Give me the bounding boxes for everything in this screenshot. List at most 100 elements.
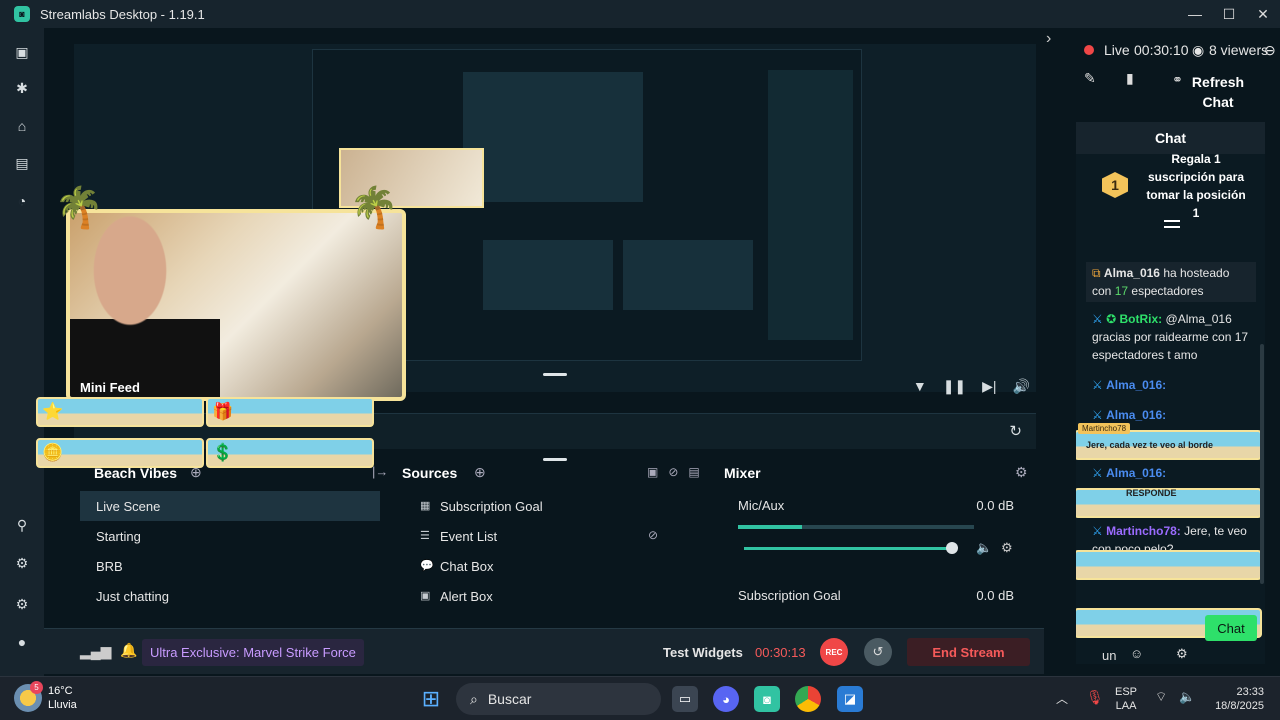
source-item-chat-box[interactable]: 💬 Chat Box: [410, 551, 710, 581]
sword-icon: ⚔: [1092, 378, 1103, 392]
chat-send-button[interactable]: Chat: [1205, 615, 1257, 641]
layout-icon[interactable]: ▤: [12, 153, 32, 173]
skip-icon[interactable]: ▶|: [982, 378, 996, 395]
alert-card: ⭐: [36, 397, 204, 427]
sword-icon: ⚔: [1092, 408, 1103, 422]
add-scene-icon[interactable]: ⊕: [190, 464, 202, 481]
volume-icon[interactable]: 🔊: [1013, 378, 1030, 395]
sword-icon: ⚔: [1092, 466, 1103, 480]
source-item-event-list[interactable]: ☰ Event List ⊘: [410, 521, 710, 551]
host-icon: ⧉: [1092, 266, 1101, 280]
resize-handle[interactable]: [543, 458, 567, 461]
collapse-panel-icon[interactable]: ›: [1046, 30, 1051, 48]
taskbar-search[interactable]: ⌕ Buscar: [456, 683, 661, 715]
scene-collection-title[interactable]: Beach Vibes: [94, 465, 177, 481]
source-item-alert-box[interactable]: ▣ Alert Box: [410, 581, 710, 611]
promo-banner[interactable]: Ultra Exclusive: Marvel Strike Force: [142, 639, 364, 666]
mic-volume-meter: [738, 525, 974, 529]
dashboard-icon[interactable]: ◔: [12, 191, 32, 211]
temperature: 16°C: [48, 685, 73, 697]
mic-volume-knob[interactable]: [946, 542, 958, 554]
title-bar: ◙ Streamlabs Desktop - 1.19.1 — ☐ ✕: [0, 0, 1280, 28]
refresh-feed-icon[interactable]: ↻: [1009, 422, 1022, 440]
themes-icon[interactable]: ✱: [12, 78, 32, 98]
tray-expand-icon[interactable]: ︿: [1056, 690, 1068, 707]
end-stream-button[interactable]: End Stream: [907, 638, 1030, 666]
source-item-subscription-goal[interactable]: ▦ Subscription Goal: [410, 491, 710, 521]
mic-volume-slider[interactable]: [744, 547, 952, 550]
chat-scrollbar[interactable]: [1260, 344, 1264, 584]
scene-transition-icon[interactable]: |→: [372, 464, 388, 479]
filter-icon[interactable]: ▼: [913, 378, 927, 395]
microphone-icon[interactable]: 🎙: [1086, 689, 1104, 706]
tools-icon[interactable]: ⚙: [12, 553, 32, 573]
resize-handle[interactable]: [543, 373, 567, 376]
refresh-chat-button[interactable]: Refresh Chat: [1188, 72, 1248, 112]
clock[interactable]: 23:33 18/8/2025: [1208, 685, 1264, 713]
viewer-count: 8 viewers: [1209, 42, 1269, 58]
streamlabs-taskbar-icon[interactable]: ◙: [754, 686, 780, 712]
mixer-settings-icon[interactable]: ⚙: [1015, 464, 1028, 481]
windows-taskbar: 5 16°C Lluvia ⊞ ⌕ Buscar ▭ ◕ ◙ ◪ ︿ 🎙 ESP L…: [0, 676, 1280, 720]
edit-icon[interactable]: ✎: [1084, 70, 1096, 87]
mini-feed-title: Mini Feed: [80, 380, 140, 395]
maximize-button[interactable]: ☐: [1212, 0, 1246, 28]
more-options-icon[interactable]: ⊖: [1264, 42, 1276, 59]
settings-icon[interactable]: ⚙: [12, 594, 32, 614]
visibility-off-icon[interactable]: ⊘: [648, 528, 658, 542]
chat-settings-icon[interactable]: ⚙: [1176, 646, 1188, 662]
sources-title: Sources: [402, 465, 458, 481]
image-editor-icon[interactable]: ◪: [837, 686, 863, 712]
alerts-icon[interactable]: ⚲: [12, 515, 32, 535]
editor-icon[interactable]: ▣: [12, 42, 32, 62]
scene-item-starting[interactable]: Starting: [80, 521, 380, 551]
store-icon[interactable]: ⌂: [12, 116, 32, 136]
stream-preview[interactable]: 🌴 🌴: [54, 44, 1036, 401]
windows-start-icon[interactable]: ⊞: [418, 686, 444, 712]
chat-message-alma: ⚔ Alma_016:: [1092, 378, 1167, 392]
scene-item-just-chatting[interactable]: Just chatting: [80, 581, 380, 611]
stats-icon[interactable]: ▂▄▆: [80, 643, 111, 660]
keyboard-language[interactable]: ESP LAA: [1115, 685, 1137, 713]
palm-tree-icon: 🌴: [349, 186, 399, 230]
widget-icon: ▦: [420, 500, 431, 512]
task-view-icon[interactable]: ▭: [672, 686, 698, 712]
weather-widget[interactable]: 5 16°C Lluvia: [14, 681, 77, 712]
chat-title: Chat: [1076, 122, 1265, 154]
mixer-item-subscription-goal: Subscription Goal 0.0 dB: [738, 588, 1014, 603]
close-button[interactable]: ✕: [1246, 0, 1280, 28]
profile-icon[interactable]: ●: [12, 632, 32, 652]
mute-icon[interactable]: 🔈: [976, 540, 992, 556]
notification-bell-icon[interactable]: 🔔: [120, 642, 137, 659]
emote-icon[interactable]: ☺: [1130, 646, 1143, 661]
live-dock: Live 00:30:10 ◉ 8 viewers ⊖ ✎ ▮ ⚭ Refres…: [1062, 28, 1280, 676]
rank-badge-icon: 1: [1102, 172, 1128, 198]
mic-settings-icon[interactable]: ⚙: [1001, 540, 1013, 556]
chat-bubble-icon: 💬: [420, 560, 434, 572]
add-source-icon[interactable]: ⊕: [474, 464, 486, 481]
record-button[interactable]: REC: [820, 638, 848, 666]
scene-item-live[interactable]: Live Scene: [80, 491, 380, 521]
pause-icon[interactable]: ❚❚: [943, 378, 966, 395]
collapse-pinned-icon[interactable]: [1164, 220, 1180, 228]
bottom-bar: ▂▄▆ 🔔 Ultra Exclusive: Marvel Strike For…: [44, 628, 1044, 674]
speaker-icon[interactable]: 🔈: [1179, 689, 1195, 705]
share-icon[interactable]: ⚭: [1172, 72, 1183, 88]
webcam-feed: [66, 209, 406, 401]
replay-buffer-button[interactable]: ↺: [864, 638, 892, 666]
source-tools-icon[interactable]: ▣⊘▤: [647, 465, 710, 479]
alert-box-icon: ▣: [420, 590, 431, 602]
minimize-button[interactable]: —: [1178, 0, 1212, 28]
alert-card: 🎁: [206, 397, 374, 427]
discord-icon[interactable]: ◕: [713, 686, 739, 712]
test-widgets-button[interactable]: Test Widgets: [663, 645, 743, 660]
chat-input[interactable]: un: [1102, 648, 1116, 663]
coins-icon: 🪙: [42, 443, 64, 462]
scene-item-brb[interactable]: BRB: [80, 551, 380, 581]
palm-tree-icon: 🌴: [54, 186, 104, 230]
editor-area: 🌴 🌴 Mini Feed ▼ ❚❚ ▶| 🔊 ↻ ⭐ 🎁 🪙 💲 Beach …: [36, 28, 1044, 676]
wifi-icon[interactable]: ⌔: [1155, 689, 1167, 705]
camera-icon[interactable]: ▮: [1126, 70, 1134, 87]
chrome-icon[interactable]: [795, 686, 821, 712]
window-title: Streamlabs Desktop - 1.19.1: [40, 6, 205, 22]
